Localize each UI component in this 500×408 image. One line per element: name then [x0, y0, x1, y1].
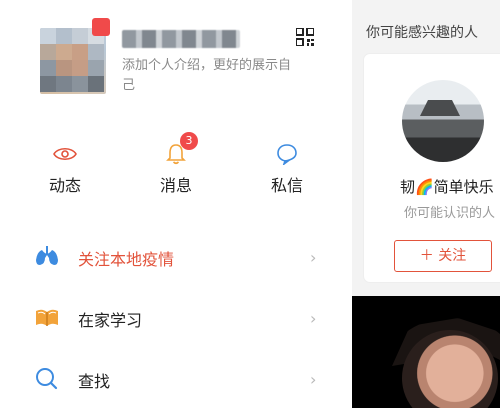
suggested-user-card[interactable]: × 韧🌈简单快乐 你可能认识的人 ＋ 关注 [364, 54, 500, 282]
lungs-icon [36, 246, 58, 265]
book-icon [36, 309, 58, 326]
quick-action-private-messages[interactable]: 私信 [252, 142, 322, 196]
suggested-user-avatar[interactable] [402, 80, 484, 162]
chevron-right-icon: › [310, 309, 317, 328]
quick-action-label: 私信 [270, 176, 303, 195]
menu-item-local-epidemic[interactable]: 关注本地疫情 › [0, 236, 352, 276]
unread-badge: 3 [180, 132, 198, 150]
username-blurred[interactable] [122, 30, 240, 48]
chevron-right-icon: › [310, 370, 317, 389]
building-image [420, 100, 460, 116]
menu-item-label: 在家学习 [78, 311, 143, 330]
menu-item-label: 查找 [78, 372, 111, 391]
quick-action-label: 消息 [159, 176, 192, 195]
quick-action-label: 动态 [48, 176, 81, 195]
quick-action-feed[interactable]: 动态 [30, 142, 100, 196]
suggested-user-reason: 你可能认识的人 [404, 206, 496, 221]
qr-code-icon[interactable] [296, 28, 314, 46]
eye-icon [53, 147, 77, 161]
panel-title: 你可能感兴趣的人 [366, 25, 478, 41]
menu-item-search[interactable]: 查找 › [0, 358, 352, 398]
profile-intro[interactable]: 添加个人介绍，更好的展示自己 [122, 56, 292, 96]
search-icon [36, 368, 58, 390]
chat-bubble-icon [277, 144, 297, 165]
menu-item-label: 关注本地疫情 [78, 250, 175, 269]
recommendations-panel: 你可能感兴趣的人 × 韧🌈简单快乐 你可能认识的人 ＋ 关注 [352, 0, 500, 408]
chevron-right-icon: › [310, 248, 317, 267]
suggested-user-name: 韧🌈简单快乐 [400, 178, 494, 196]
video-thumbnail[interactable] [352, 296, 500, 408]
intro-text: 添加个人介绍，更好的展示自己 [122, 58, 292, 93]
quick-action-messages[interactable]: 3 消息 [141, 132, 211, 196]
side-drawer: 添加个人介绍，更好的展示自己 动态 3 消息 私信 关注本地疫情 › 在家学习 … [0, 0, 352, 408]
avatar-badge-icon [92, 18, 110, 36]
follow-button[interactable]: ＋ 关注 [394, 240, 492, 272]
avatar[interactable] [40, 28, 106, 94]
menu-item-study-at-home[interactable]: 在家学习 › [0, 297, 352, 337]
